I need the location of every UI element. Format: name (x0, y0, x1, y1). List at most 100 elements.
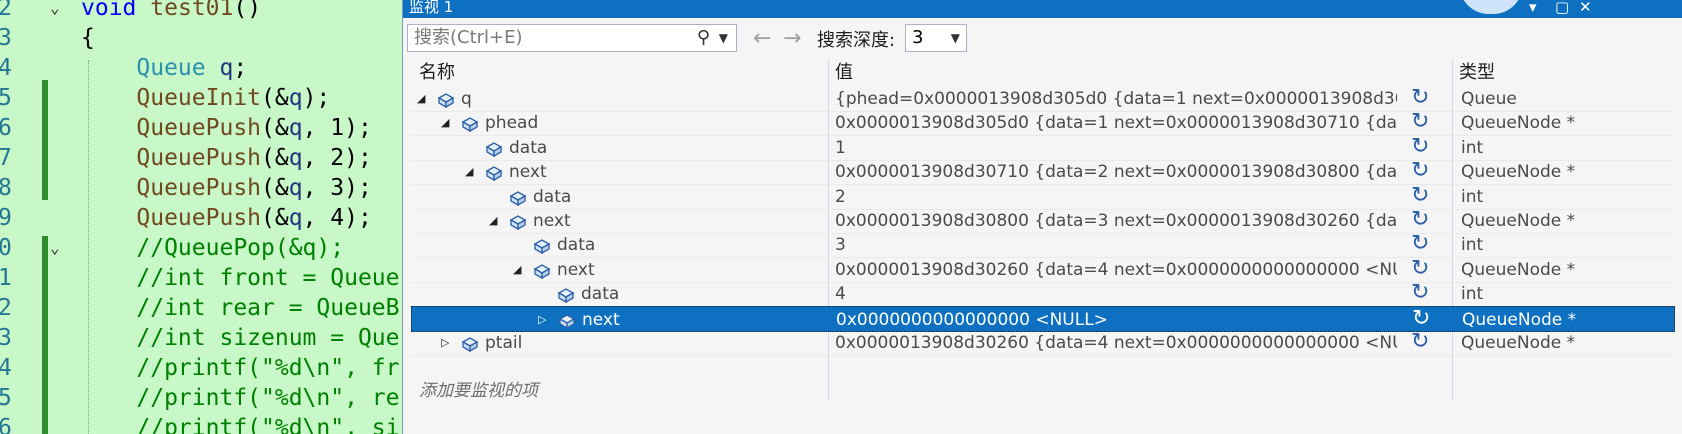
collapse-icon[interactable]: ◢ (513, 257, 521, 283)
watch-row-value[interactable]: 0x0000013908d30800 {data=3 next=0x000001… (835, 208, 1397, 234)
code-line[interactable]: 6 //printf("%d\n", si (0, 413, 402, 434)
code-line[interactable]: 9 QueuePush(&q, 4); (0, 203, 402, 233)
refresh-icon[interactable]: ↻ (1411, 109, 1429, 135)
restore-icon[interactable]: ▢ (1555, 0, 1569, 16)
column-header-value[interactable]: 值 (835, 60, 853, 86)
code-line[interactable]: 3{ (0, 23, 402, 53)
watch-row-value[interactable]: {phead=0x0000013908d305d0 {data=1 next=0… (835, 86, 1397, 112)
code-token: ); (302, 85, 331, 111)
watch-row[interactable]: data 3 ↻ int (411, 231, 1675, 259)
refresh-icon[interactable]: ↻ (1411, 207, 1429, 233)
code-text: //printf("%d\n", fr (81, 353, 399, 383)
code-line[interactable]: 8 QueuePush(&q, 3); (0, 173, 402, 203)
refresh-icon[interactable]: ↻ (1412, 306, 1430, 332)
code-text: //printf("%d\n", si (81, 413, 399, 434)
search-icon[interactable]: ⚲ (697, 25, 710, 51)
refresh-icon[interactable]: ↻ (1411, 256, 1429, 282)
watch-titlebar[interactable]: 监视 1 ▾ ▢ ✕ (403, 0, 1682, 18)
code-line[interactable]: 2 //int rear = QueueB (0, 293, 402, 323)
watch-row-value[interactable]: 2 (835, 184, 1397, 210)
watch-row-value[interactable]: 4 (835, 281, 1397, 307)
refresh-icon[interactable]: ↻ (1411, 183, 1429, 209)
watch-row[interactable]: ▷ ptail 0x0000013908d30260 {data=4 next=0x… (411, 329, 1675, 356)
column-header-type[interactable]: 类型 (1459, 60, 1495, 86)
code-line[interactable]: 4 //printf("%d\n", fr (0, 353, 402, 383)
code-token: (& (261, 175, 289, 201)
watch-row-type: int (1461, 186, 1484, 207)
watch-row-value[interactable]: 0x0000013908d30710 {data=2 next=0x000001… (835, 159, 1397, 185)
watch-row-type: QueueNode * (1461, 259, 1576, 280)
watch-row-value[interactable]: 0x0000013908d30260 {data=4 next=0x000000… (835, 330, 1397, 356)
code-line[interactable]: 3 //int sizenum = Que (0, 323, 402, 353)
expand-icon[interactable]: ▷ (538, 307, 546, 333)
watch-row[interactable]: ◢ next 0x0000013908d30710 {data=2 next=0x0… (411, 158, 1675, 186)
collapse-icon[interactable]: ◢ (465, 159, 473, 185)
watch-row[interactable]: ◢ phead 0x0000013908d305d0 {data=1 next=0x… (411, 109, 1675, 137)
watch-row[interactable]: ◢ next 0x0000013908d30800 {data=3 next=0x0… (411, 207, 1675, 234)
code-text: //int sizenum = Que (81, 323, 399, 353)
watch-row[interactable]: data 2 ↻ int (411, 183, 1675, 210)
watch-row-value[interactable]: 0x0000000000000000 <NULL> (836, 307, 1398, 333)
watch-row-type: int (1461, 137, 1484, 158)
search-input[interactable]: 搜索(Ctrl+E) ⚲ ▼ (407, 24, 737, 52)
watch-row-value[interactable]: 3 (835, 232, 1397, 258)
forward-arrow-icon[interactable]: → (783, 26, 801, 51)
refresh-icon[interactable]: ↻ (1411, 85, 1429, 111)
code-editor[interactable]: 2 ⌄ void test01() 3{4 Queue q; 5 QueueInit(&… (0, 0, 402, 434)
dropdown-icon[interactable]: ▾ (1529, 0, 1537, 16)
code-line[interactable]: 0 ⌄ //QueuePop(&q); (0, 233, 402, 263)
watch-row-value[interactable]: 0x0000013908d305d0 {data=1 next=0x000001… (835, 110, 1397, 136)
fold-icon[interactable]: ⌄ (50, 233, 68, 263)
refresh-icon[interactable]: ↻ (1411, 134, 1429, 160)
watch-row-name: next (557, 259, 595, 280)
code-line[interactable]: 5 //printf("%d\n", re (0, 383, 402, 413)
line-number: 4 (0, 55, 12, 81)
search-depth-select[interactable]: 3 ▼ (905, 24, 967, 52)
back-arrow-icon[interactable]: ← (753, 26, 771, 51)
search-placeholder: 搜索(Ctrl+E) (414, 27, 523, 48)
watch-row[interactable]: ▷ next 0x0000000000000000 <NULL> ↻ QueueNode… (411, 305, 1675, 333)
refresh-icon[interactable]: ↻ (1411, 280, 1429, 306)
watch-row[interactable]: ◢ q {phead=0x0000013908d305d0 {data=1 next… (411, 85, 1675, 112)
code-line[interactable]: 5 QueueInit(&q); (0, 83, 402, 113)
code-token: , 2); (302, 145, 372, 171)
watch-row[interactable]: data 4 ↻ int (411, 280, 1675, 308)
code-token: q (288, 85, 303, 111)
code-token: q (288, 205, 303, 231)
chevron-down-icon[interactable]: ▼ (951, 25, 960, 51)
watch-row[interactable]: ◢ next 0x0000013908d30260 {data=4 next=0x0… (411, 256, 1675, 283)
watch-row-name: next (509, 162, 547, 183)
watch-row-name: next (533, 211, 571, 231)
fold-icon[interactable]: ⌄ (50, 0, 68, 23)
refresh-icon[interactable]: ↻ (1411, 231, 1429, 257)
chevron-down-icon[interactable]: ▼ (719, 25, 728, 51)
watch-row-value[interactable]: 0x0000013908d30260 {data=4 next=0x000000… (835, 257, 1397, 283)
watch-row-value[interactable]: 1 (835, 135, 1397, 161)
expand-icon[interactable]: ▷ (441, 330, 449, 356)
code-text: QueuePush(&q, 4); (81, 203, 371, 233)
code-line[interactable]: 6 QueuePush(&q, 1); (0, 113, 402, 143)
collapse-icon[interactable]: ◢ (489, 208, 497, 234)
code-line[interactable]: 1 //int front = Queue (0, 263, 402, 293)
watch-title: 监视 1 (409, 0, 454, 16)
refresh-icon[interactable]: ↻ (1411, 158, 1429, 184)
close-icon[interactable]: ✕ (1579, 0, 1592, 16)
variable-icon (461, 334, 479, 353)
code-token: QueuePush (136, 145, 262, 171)
add-watch-item[interactable]: 添加要监视的项 (419, 376, 538, 401)
code-line[interactable]: 7 QueuePush(&q, 2); (0, 143, 402, 173)
refresh-icon[interactable]: ↻ (1411, 329, 1429, 355)
watch-row[interactable]: data 1 ↻ int (411, 134, 1675, 161)
watch-window[interactable]: 监视 1 ▾ ▢ ✕ 搜索(Ctrl+E) ⚲ ▼ ← → 搜索深度: 3 ▼ … (402, 0, 1682, 434)
collapse-icon[interactable]: ◢ (417, 86, 425, 112)
watch-row-type: QueueNode * (1462, 309, 1577, 330)
code-line[interactable]: 4 Queue q; (0, 53, 402, 83)
collapse-icon[interactable]: ◢ (441, 110, 449, 136)
code-text: //printf("%d\n", re (81, 383, 399, 413)
code-line[interactable]: 2 ⌄ void test01() (0, 0, 402, 23)
watch-row-name: phead (485, 113, 539, 134)
code-text: QueueInit(&q); (81, 83, 330, 113)
column-header-name[interactable]: 名称 (419, 60, 455, 86)
